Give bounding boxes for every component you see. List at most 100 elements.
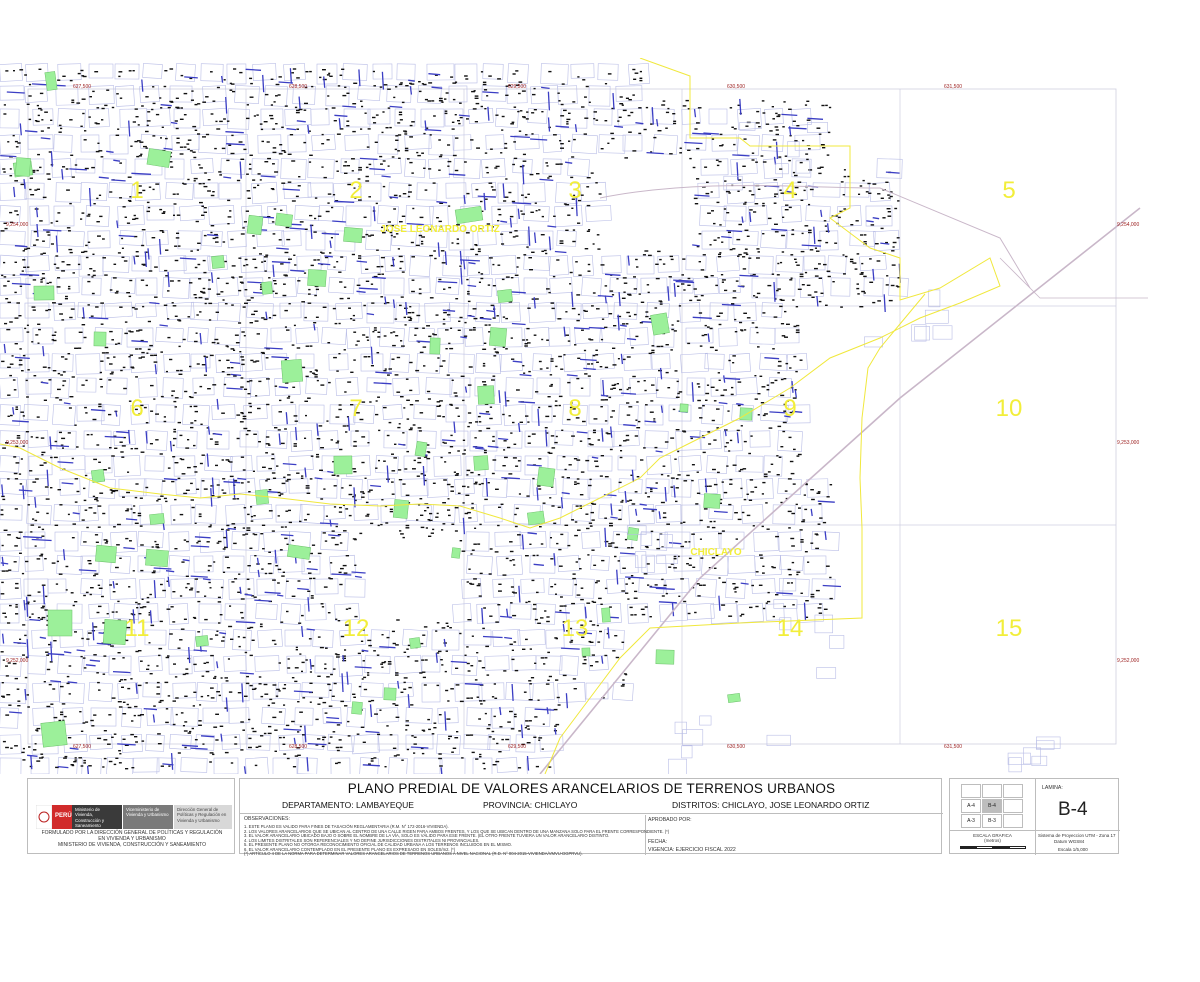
peripheral-block [699,715,712,726]
ministry-label: Ministerio de Vivienda, Construcción y S… [72,805,122,829]
escala-metros-label: (metros) [984,838,1001,843]
peripheral-block [635,551,647,568]
escala-label: Escala 1/5,000 [1058,847,1088,852]
park-area [102,618,128,646]
institution-logo-panel: PERÚ Ministerio de Vivienda, Construcció… [27,778,235,854]
northing-label-left: 9,254,000 [6,222,28,228]
index-cell-a3: A-3 [961,814,981,828]
index-cell-empty-1 [1003,799,1023,813]
plan-title: PLANO PREDIAL DE VALORES ARANCELARIOS DE… [347,781,836,796]
cadastral-map: 627,500 627,500 628,500 628,500 629,500 629,5… [0,58,1148,774]
park-area [146,148,172,168]
park-area [307,269,327,287]
departamento-label: DEPARTAMENTO: LAMBAYEQUE [282,800,414,810]
park-area [383,687,397,701]
index-cell-b3: B-3 [982,814,1002,828]
northing-label-left: 9,253,000 [6,440,28,446]
peripheral-block [807,122,828,133]
park-area [246,214,264,236]
zone-number-label: 7 [349,395,362,422]
park-area [489,327,507,347]
peripheral-block [911,324,927,342]
park-area [409,637,421,649]
zone-number-label: 5 [1002,177,1015,204]
park-area [392,499,410,519]
easting-label-top: 629,500 [508,84,526,90]
provincia-label: PROVINCIA: CHICLAYO [483,800,578,810]
peripheral-block [795,160,811,174]
country-label: PERÚ [55,813,72,819]
park-area [727,692,741,704]
park-area [473,455,489,471]
datum-label: Datum WGS84 [1054,838,1085,844]
park-area [286,544,312,560]
plan-info-panel: PLANO PREDIAL DE VALORES ARANCELARIOS DE… [239,778,943,856]
peripheral-block [674,721,687,734]
easting-label-top: 631,500 [944,84,962,90]
park-area [655,649,675,665]
easting-label-bottom: 627,500 [73,744,91,750]
peripheral-block [1008,757,1022,773]
zone-number-label: 9 [783,395,796,422]
park-area [15,157,31,177]
distritos-label: DISTRITOS: CHICLAYO, JOSE LEONARDO ORTIZ [672,800,870,810]
park-area [601,607,611,623]
index-cell-a4: A-4 [961,799,981,813]
park-area [429,337,441,355]
index-cell-b4: B-4 [982,799,1002,813]
easting-label-top: 628,500 [289,84,307,90]
park-area [497,288,513,304]
park-area [195,635,209,647]
northing-label-right: 9,253,000 [1117,440,1139,446]
peripheral-block [914,326,930,341]
scale-bar [960,846,1026,849]
zone-number-label: 8 [568,395,581,422]
zone-number-label: 3 [568,177,581,204]
zone-number-label: 11 [125,615,150,642]
district-name-label: JOSE LEONARDO ORTIZ [380,224,499,235]
vice-ministry-label: Viceministerio de Vivienda y Urbanismo [123,805,173,829]
park-area [343,227,363,243]
park-area [351,701,363,715]
park-area [650,312,670,336]
peripheral-block [682,729,704,746]
park-area [581,647,591,657]
peripheral-block [1007,752,1031,765]
vigencia-label: VIGENCIA: EJERCICIO FISCAL 2022 [648,847,736,853]
title-block: PERÚ Ministerio de Vivienda, Construcció… [27,778,1120,856]
park-area [679,403,689,413]
park-area [33,285,55,301]
easting-label-top: 630,500 [727,84,745,90]
park-area [536,466,556,488]
peripheral-block [681,745,693,759]
easting-label-bottom: 629,500 [508,744,526,750]
east-road [999,257,1148,299]
direction-label: Dirección General de Políticas y Regulac… [174,805,232,829]
zone-number-label: 6 [130,395,143,422]
index-cell-empty-2 [1003,814,1023,828]
sistema-label: Sistema de Proyeccion UTM - Zona 17 [1038,833,1116,838]
peripheral-block [779,578,797,592]
peripheral-block [659,534,673,548]
park-area [527,510,545,526]
zone-number-label: 13 [562,615,589,642]
northing-label-right: 9,252,000 [1117,658,1139,664]
peripheral-block [1036,736,1061,749]
observaciones-title: OBSERVACIONES: [244,816,290,822]
index-cell-empty-3 [961,784,981,798]
peripheral-block [787,141,800,158]
index-cell-empty-5 [1003,784,1023,798]
northing-label-right: 9,254,000 [1117,222,1139,228]
park-area [261,281,273,295]
park-area [145,548,169,568]
peripheral-block [668,758,687,774]
zone-number-label: 12 [343,615,370,642]
observacion-7: (*) ARTÍCULO 4 DE LA NORMA PARA DETERMIN… [244,851,583,856]
northing-label-left: 9,252,000 [6,658,28,664]
park-area [211,255,225,269]
easting-label-bottom: 630,500 [727,744,745,750]
district-name-label: CHICLAYO [690,547,742,558]
zone-number-label: 1 [130,177,143,204]
peripheral-block [814,614,833,634]
fecha-label: FECHA: [648,839,668,845]
